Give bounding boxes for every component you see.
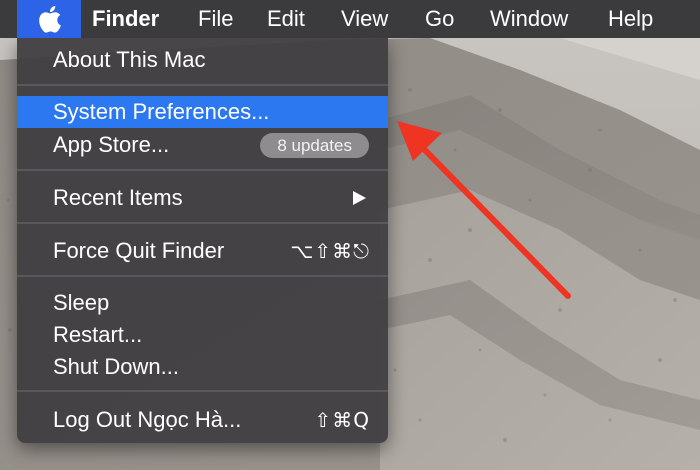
menu-item-sleep[interactable]: Sleep [17, 287, 388, 319]
apple-menu-dropdown: About This Mac System Preferences... App… [17, 38, 388, 443]
menu-item-label: Sleep [53, 290, 110, 315]
apple-menu-button[interactable] [17, 0, 81, 38]
menu-separator [17, 275, 388, 277]
menu-separator [17, 169, 388, 171]
menu-item-recent-items[interactable]: Recent Items [17, 182, 388, 214]
menu-bar: Finder File Edit View Go Window Help [0, 0, 700, 38]
log-out-shortcut: ⇧⌘Q [314, 408, 370, 432]
submenu-arrow-icon [353, 191, 366, 205]
menu-item-label: Log Out Ngọc Hà... [53, 407, 242, 432]
apple-logo-icon [39, 5, 61, 33]
menu-window[interactable]: Window [490, 0, 568, 38]
menu-item-app-store[interactable]: App Store... 8 updates [17, 129, 388, 161]
menu-item-about-this-mac[interactable]: About This Mac [17, 44, 388, 76]
menu-separator [17, 222, 388, 224]
menu-edit[interactable]: Edit [267, 0, 305, 38]
force-quit-shortcut: ⌥⇧⌘⎋ [290, 239, 370, 263]
menu-item-label: App Store... [53, 132, 170, 157]
menu-item-label: System Preferences... [53, 99, 270, 124]
menu-item-log-out[interactable]: Log Out Ngọc Hà... ⇧⌘Q [17, 404, 388, 436]
menu-item-label: About This Mac [53, 47, 206, 72]
menu-item-shut-down[interactable]: Shut Down... [17, 351, 388, 383]
menu-help[interactable]: Help [608, 0, 653, 38]
menu-item-force-quit[interactable]: Force Quit Finder ⌥⇧⌘⎋ [17, 235, 388, 267]
menu-separator [17, 84, 388, 86]
menu-item-label: Force Quit Finder [53, 238, 225, 263]
menu-item-label: Recent Items [53, 185, 183, 210]
menu-item-restart[interactable]: Restart... [17, 319, 388, 351]
menu-separator [17, 390, 388, 392]
menu-finder[interactable]: Finder [92, 0, 159, 38]
menu-item-label: Shut Down... [53, 354, 179, 379]
menu-go[interactable]: Go [425, 0, 454, 38]
menu-item-system-preferences[interactable]: System Preferences... [17, 96, 388, 128]
updates-badge: 8 updates [260, 133, 369, 158]
menu-item-label: Restart... [53, 322, 143, 347]
menu-view[interactable]: View [341, 0, 388, 38]
menu-file[interactable]: File [198, 0, 233, 38]
